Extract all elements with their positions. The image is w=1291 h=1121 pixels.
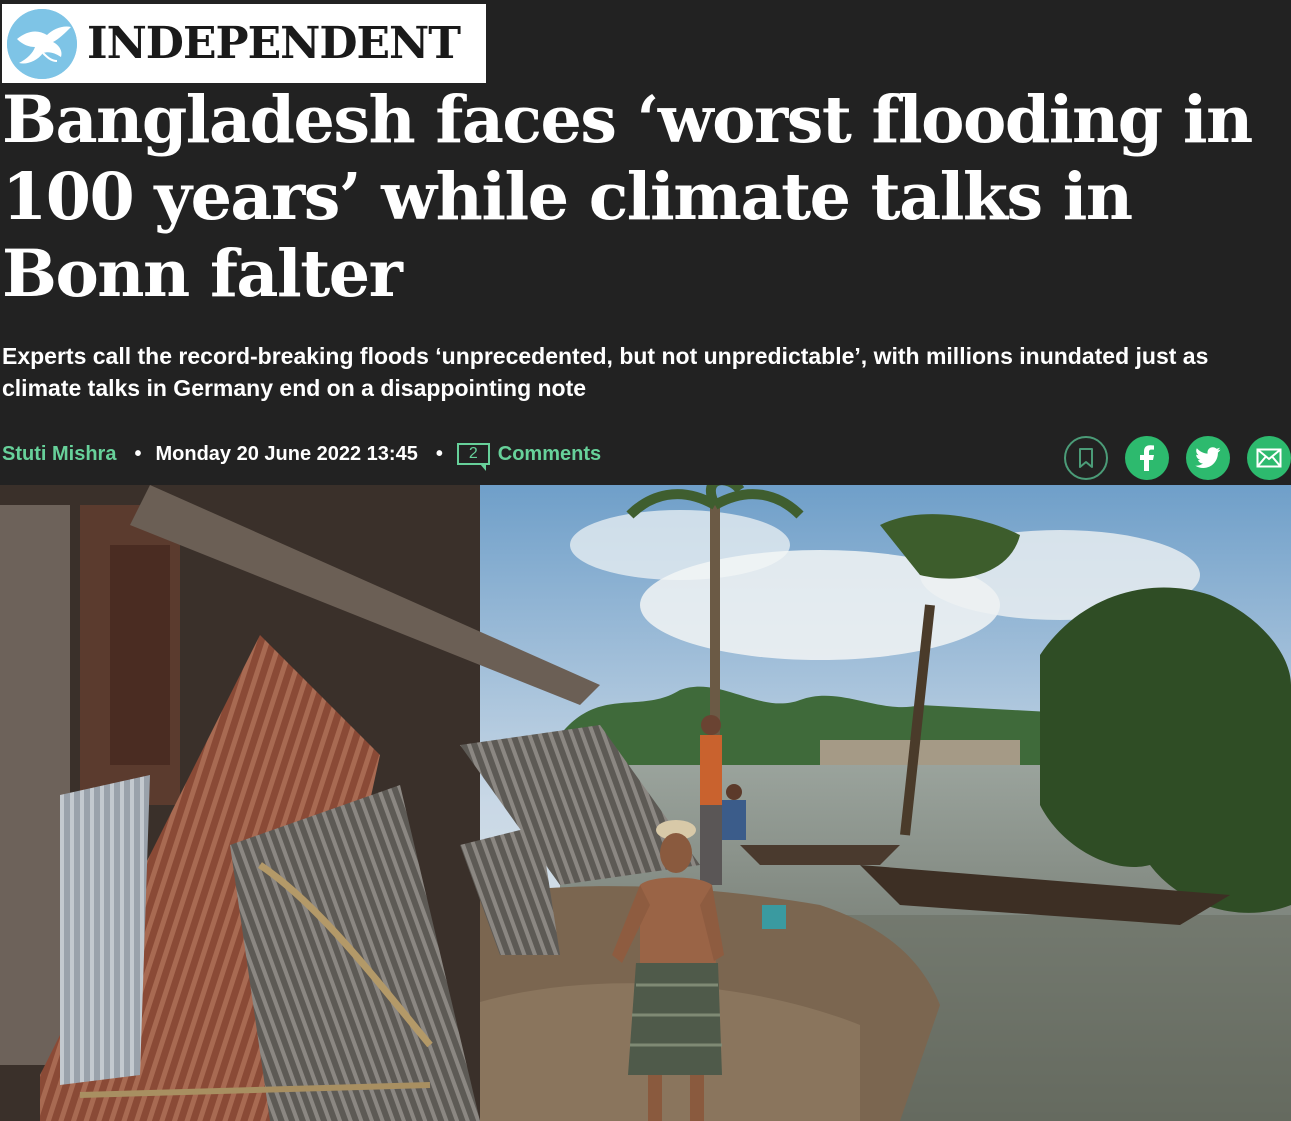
byline-separator: •: [134, 442, 142, 465]
byline: Stuti Mishra • Monday 20 June 2022 13:45…: [2, 436, 1291, 480]
comments-link[interactable]: Comments: [498, 443, 601, 466]
publish-date: Monday 20 June 2022 13:45: [155, 442, 418, 465]
comment-count-badge[interactable]: 2: [456, 443, 490, 471]
bookmark-icon[interactable]: [1064, 436, 1108, 480]
hero-image: [0, 485, 1291, 1121]
facebook-icon[interactable]: [1125, 436, 1169, 480]
article-page: INDEPENDENT Bangladesh faces ‘worst floo…: [0, 0, 1291, 1121]
author-link[interactable]: Stuti Mishra: [2, 443, 116, 466]
twitter-icon[interactable]: [1186, 436, 1230, 480]
eagle-icon: [7, 8, 77, 79]
article-headline: Bangladesh faces ‘worst flooding in 100 …: [2, 82, 1253, 312]
site-logo[interactable]: INDEPENDENT: [2, 4, 486, 83]
byline-separator: •: [435, 442, 443, 465]
article-standfirst: Experts call the record-breaking floods …: [2, 343, 1209, 401]
share-bar: [1047, 436, 1291, 480]
logo-text: INDEPENDENT: [87, 17, 461, 69]
email-icon[interactable]: [1247, 436, 1291, 480]
